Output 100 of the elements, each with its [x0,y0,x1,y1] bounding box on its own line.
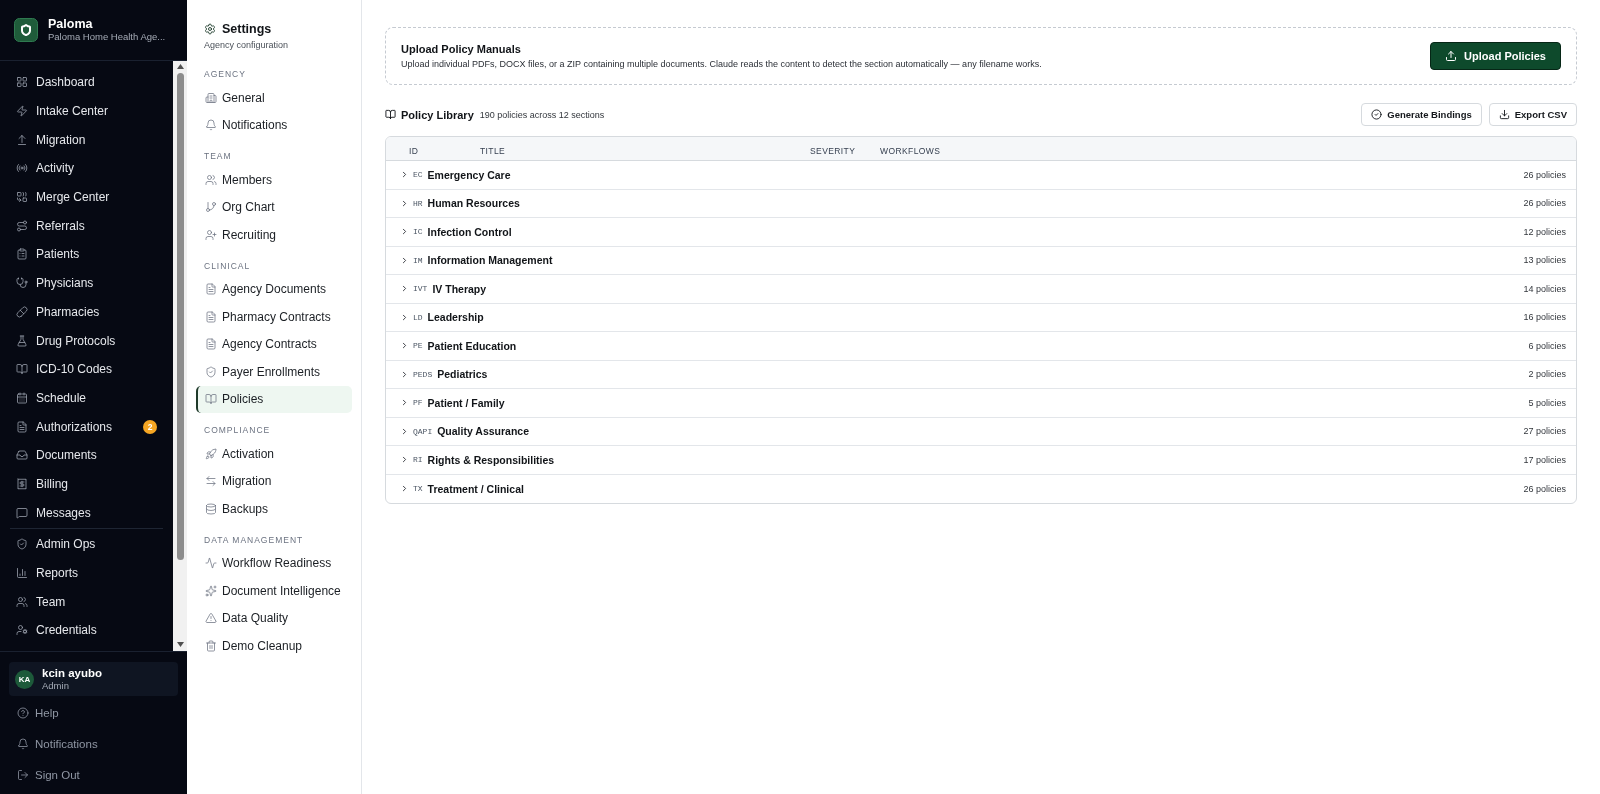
chevron-right-icon[interactable] [400,484,409,494]
section-heading: DATA MANAGEMENT [203,533,305,547]
chevron-right-icon[interactable] [400,284,409,294]
scrollbar-thumb[interactable] [176,73,184,560]
chevron-right-icon[interactable] [400,227,409,237]
user-role: Admin [42,680,70,691]
chevron-right-icon[interactable] [400,398,409,408]
nav-item[interactable]: Credentials [0,616,173,645]
upload-description: Upload individual PDFs, DOCX files, or a ZIP containing multiple documents. Claude reads the content to detect the section automatically — any filename works. [401,58,1042,70]
settings-nav-item[interactable]: Document Intelligence [196,577,352,605]
user-card[interactable]: KA kcin ayubo Admin [9,662,178,696]
squares-icon [16,191,28,204]
database-icon [205,502,217,515]
chevron-right-icon[interactable] [400,426,409,436]
bell-icon [205,119,217,132]
count-badge: 2 [143,419,157,434]
footer-link[interactable]: Help [9,697,178,728]
settings-nav-item[interactable]: Workflow Readiness [196,549,352,577]
policy-count: 26 policies [1523,483,1566,494]
footer-link[interactable]: Notifications [9,728,178,759]
help-icon [17,706,29,719]
document-icon [205,338,217,351]
section-title: Treatment / Clinical [427,482,524,495]
lightning-icon [16,105,28,118]
settings-icon [204,22,216,35]
nav-item[interactable]: Pharmacies [0,297,173,327]
nav-item[interactable]: Referrals [0,211,173,241]
settings-nav-item[interactable]: Payer Enrollments [196,358,352,386]
nav-item[interactable]: Messages [0,498,173,527]
section-code: QAPI [413,426,433,436]
scroll-up-icon[interactable] [176,64,184,69]
pill-icon [16,305,28,318]
shield-check-icon [16,538,28,551]
inbox-icon [16,449,28,462]
footer-link[interactable]: Sign Out [9,759,178,790]
book-icon [385,109,396,120]
section-heading: CLINICAL [203,259,252,273]
users-icon [205,173,217,186]
rocket-icon [205,447,217,460]
settings-nav-item[interactable]: Notifications [196,111,352,139]
settings-nav-item[interactable]: Agency Contracts [196,330,352,358]
download-icon [1498,109,1510,120]
settings-nav-item[interactable]: Demo Cleanup [196,632,352,660]
scroll-down-icon[interactable] [176,642,184,647]
settings-nav-item[interactable]: Migration [196,467,352,495]
settings-nav-item[interactable]: Org Chart [196,193,352,221]
settings-nav-item[interactable]: Recruiting [196,221,352,249]
upload-icon [1445,50,1458,62]
nav-item[interactable]: Drug Protocols [0,326,173,355]
settings-nav-item[interactable]: Agency Documents [196,275,352,303]
book-icon [205,393,217,406]
section-title: Pediatrics [437,368,488,381]
book-icon [16,363,28,376]
chevron-right-icon[interactable] [400,170,409,180]
sparkle-icon [205,584,217,597]
upload-policies-button[interactable]: Upload Policies [1430,42,1561,70]
nav-item[interactable]: Billing [0,469,173,499]
nav-item[interactable]: Reports [0,558,173,588]
section-heading: AGENCY [203,68,247,81]
policy-count: 27 policies [1523,426,1566,437]
nav-item[interactable]: ICD-10 Codes [0,354,173,384]
nav-item[interactable]: Activity [0,154,173,183]
building-icon [205,91,217,104]
settings-nav-item[interactable]: General [196,84,352,112]
trash-icon [205,639,217,652]
nav-item[interactable]: Authorizations 2 [0,412,173,441]
chevron-right-icon[interactable] [400,255,409,265]
nav-item[interactable]: Admin Ops [0,530,173,559]
calendar-icon [16,391,28,404]
clipboard-icon [16,248,28,261]
settings-nav-item[interactable]: Backups [196,495,352,523]
section-title: Infection Control [427,225,512,238]
nav-item[interactable]: Physicians [0,268,173,298]
nav-item[interactable]: Dashboard [0,68,173,97]
nav-item[interactable]: Documents [0,440,173,470]
chevron-right-icon[interactable] [400,198,409,208]
settings-nav-item[interactable]: Activation [196,440,352,468]
chevron-right-icon[interactable] [400,455,409,465]
chevron-right-icon[interactable] [400,369,409,379]
nav-item[interactable]: Patients [0,240,173,269]
section-code: PF [413,398,423,408]
nav-item[interactable]: Merge Center [0,182,173,212]
section-code: IC [413,227,423,237]
toolbar-button[interactable]: Generate Bindings [1361,103,1482,126]
library-summary: 190 policies across 12 sections [479,109,605,120]
settings-nav-item[interactable]: Members [196,166,352,194]
settings-nav-item[interactable]: Data Quality [196,604,352,632]
upload-dropzone[interactable]: Upload Policy Manuals Upload individual PDFs, DOCX files, or a ZIP containing multiple documents. Claude reads the content to detect the section automatically — any filename works. Upload Policies [385,27,1577,85]
nav-item[interactable]: Intake Center [0,96,173,126]
nav-item[interactable]: Migration [0,125,173,155]
chevron-right-icon[interactable] [400,341,409,351]
policy-count: 13 policies [1523,255,1566,266]
nav-item[interactable]: Schedule [0,383,173,413]
toolbar-button[interactable]: Export CSV [1488,103,1577,126]
chevron-right-icon[interactable] [400,312,409,322]
shield-logo-icon [14,18,38,42]
settings-nav-item[interactable]: Pharmacy Contracts [196,303,352,331]
nav-item[interactable]: Team [0,587,173,617]
flask-icon [16,334,28,347]
settings-nav-item[interactable]: Policies [196,385,352,413]
